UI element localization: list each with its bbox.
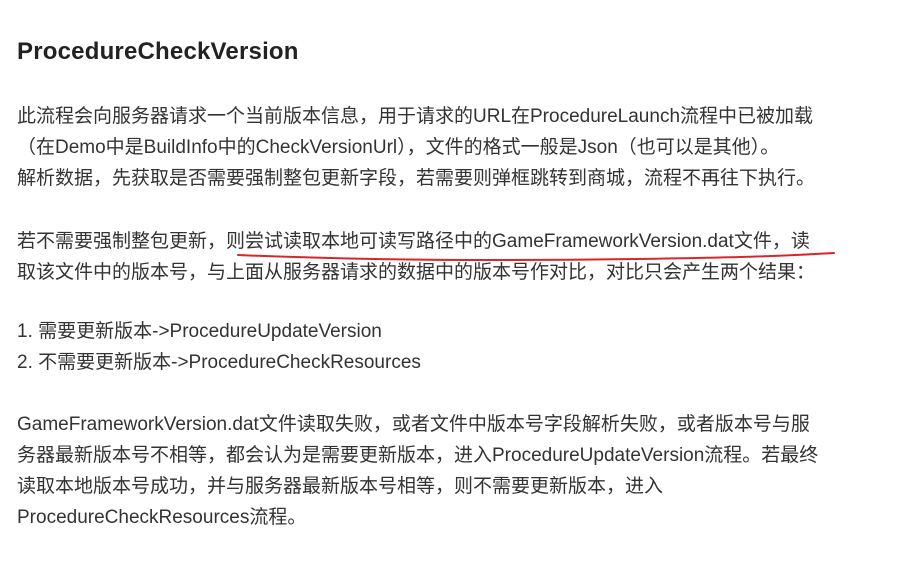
paragraph-failure-handling: GameFrameworkVersion.dat文件读取失败，或者文件中版本号字… [17, 409, 887, 533]
text-after-highlight: ，读 [771, 231, 810, 252]
list-item: 1. 需要更新版本->ProcedureUpdateVersion [17, 321, 382, 342]
text-before-highlight: 若不需要强制整包更新， [17, 231, 227, 252]
paragraph-line: （在Demo中是BuildInfo中的CheckVersionUrl），文件的格… [17, 137, 780, 158]
result-list: 1. 需要更新版本->ProcedureUpdateVersion 2. 不需要… [17, 316, 887, 378]
paragraph-line: 读取本地版本号成功，并与服务器最新版本号相等，则不需要更新版本，进入 [17, 476, 664, 497]
paragraph-line: 此流程会向服务器请求一个当前版本信息，用于请求的URL在ProcedureLau… [17, 106, 814, 127]
paragraph-line: 务器最新版本号不相等，都会认为是需要更新版本，进入ProcedureUpdate… [17, 445, 819, 466]
paragraph-intro: 此流程会向服务器请求一个当前版本信息，用于请求的URL在ProcedureLau… [17, 101, 887, 194]
paragraph-line: 解析数据，先获取是否需要强制整包更新字段，若需要则弹框跳转到商城，流程不再往下执… [17, 168, 816, 189]
paragraph-line: ProcedureCheckResources流程。 [17, 507, 307, 528]
paragraph-line: GameFrameworkVersion.dat文件读取失败，或者文件中版本号字… [17, 414, 810, 435]
page-title: ProcedureCheckVersion [17, 38, 299, 65]
red-underline-annotation [237, 252, 835, 261]
list-item: 2. 不需要更新版本->ProcedureCheckResources [17, 352, 421, 373]
